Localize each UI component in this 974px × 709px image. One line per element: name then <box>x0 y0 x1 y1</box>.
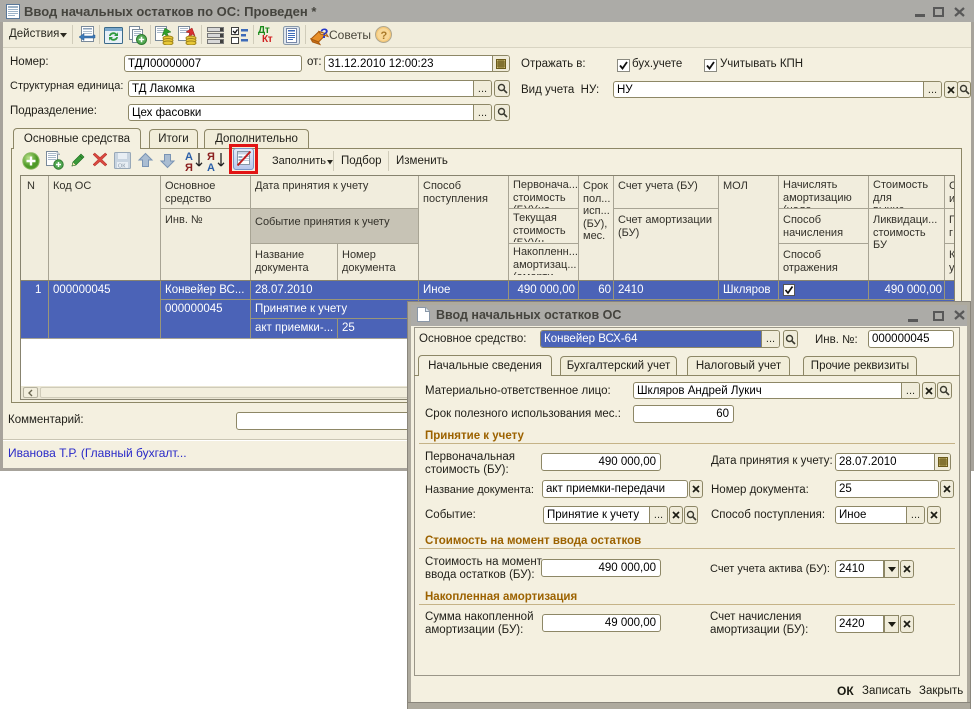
svg-text:А: А <box>207 162 215 172</box>
svg-text:?: ? <box>381 30 388 42</box>
svg-text:ОК: ОК <box>118 164 126 170</box>
svg-text:?: ? <box>320 25 329 41</box>
svg-text:Я: Я <box>185 162 193 172</box>
